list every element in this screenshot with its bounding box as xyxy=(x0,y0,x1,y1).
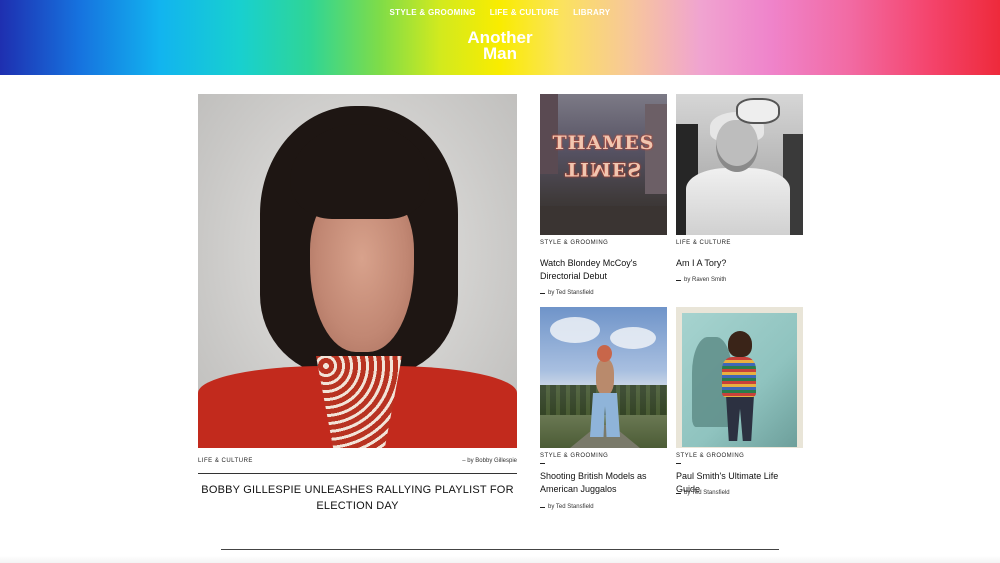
byline-dash xyxy=(676,493,681,494)
article-title[interactable]: Am I A Tory? xyxy=(676,257,801,270)
top-nav: STYLE & GROOMING LIFE & CULTURE LIBRARY xyxy=(0,8,1000,17)
image-cloud xyxy=(550,317,600,343)
featured-byline: – by Bobby Gillespie xyxy=(462,458,517,464)
section-divider xyxy=(221,549,779,550)
article-byline: by Ted Stansfield xyxy=(684,490,730,496)
image-neon-sign-reflection: TIMES xyxy=(564,158,643,180)
article-category[interactable]: STYLE & GROOMING xyxy=(676,453,744,459)
image-figure-head xyxy=(597,345,612,362)
article-byline: by Raven Smith xyxy=(684,277,727,283)
article-byline: by Ted Stansfield xyxy=(548,290,594,296)
featured-divider xyxy=(198,473,517,474)
byline-dash xyxy=(676,280,681,281)
image-figure-body xyxy=(596,359,614,395)
category-dash xyxy=(676,463,681,464)
image-path xyxy=(570,425,640,448)
next-section-edge xyxy=(0,556,1000,563)
nav-life-culture[interactable]: LIFE & CULTURE xyxy=(490,8,559,17)
byline-dash xyxy=(540,293,545,294)
article-image-paul-smith[interactable] xyxy=(676,307,803,448)
featured-image[interactable] xyxy=(198,94,517,448)
header-banner: STYLE & GROOMING LIFE & CULTURE LIBRARY … xyxy=(0,0,1000,75)
article-category[interactable]: LIFE & CULTURE xyxy=(676,240,731,246)
image-figure-shirt xyxy=(722,357,756,397)
image-figure-head xyxy=(728,331,752,357)
image-street xyxy=(540,206,667,235)
image-coat xyxy=(686,168,790,235)
nav-library[interactable]: LIBRARY xyxy=(573,8,610,17)
logo-line-2: Man xyxy=(483,44,517,63)
nav-style-grooming[interactable]: STYLE & GROOMING xyxy=(390,8,476,17)
article-byline: by Ted Stansfield xyxy=(548,504,594,510)
article-title[interactable]: Watch Blondey McCoy's Directorial Debut xyxy=(540,257,665,283)
image-neon-sign: THAMES xyxy=(552,132,655,154)
byline-dash xyxy=(540,507,545,508)
article-image-juggalos[interactable] xyxy=(540,307,667,448)
article-image-tory[interactable] xyxy=(676,94,803,235)
category-dash xyxy=(540,463,545,464)
image-cloud xyxy=(610,327,656,349)
article-image-thames[interactable]: THAMES TIMES xyxy=(540,94,667,235)
featured-category[interactable]: LIFE & CULTURE xyxy=(198,458,253,464)
article-category[interactable]: STYLE & GROOMING xyxy=(540,240,608,246)
article-category[interactable]: STYLE & GROOMING xyxy=(540,453,608,459)
featured-title[interactable]: BOBBY GILLESPIE UNLEASHES RALLYING PLAYL… xyxy=(198,482,517,514)
image-hat xyxy=(736,98,780,124)
site-logo[interactable]: Another Man xyxy=(0,29,1000,63)
image-face xyxy=(716,120,758,172)
article-title[interactable]: Shooting British Models as American Jugg… xyxy=(540,470,665,496)
